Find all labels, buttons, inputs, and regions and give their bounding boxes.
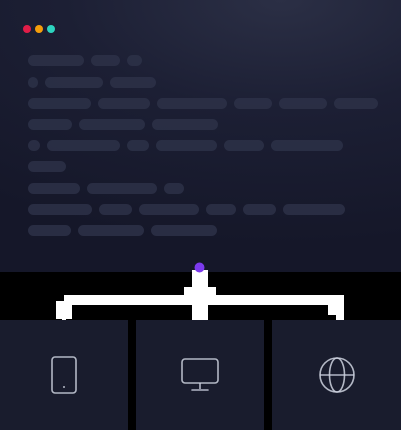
monitor-icon (181, 358, 219, 391)
connector-junction (184, 287, 216, 299)
globe-icon (318, 357, 355, 393)
code-line (28, 225, 217, 236)
close-dot[interactable] (23, 25, 31, 33)
connector-branch-left (56, 301, 72, 319)
code-line (28, 55, 142, 66)
minimize-dot[interactable] (35, 25, 43, 33)
code-line (28, 204, 345, 215)
window-controls (23, 25, 55, 33)
code-line (28, 140, 343, 151)
device-card-desktop[interactable] (136, 320, 264, 430)
tablet-icon (51, 356, 77, 394)
maximize-dot[interactable] (47, 25, 55, 33)
code-line (28, 98, 378, 109)
hub-node (194, 262, 205, 273)
code-line (28, 183, 184, 194)
code-line (28, 161, 66, 172)
code-window (0, 0, 401, 272)
connector-branch-right (328, 295, 344, 315)
placeholder-code (28, 55, 388, 245)
code-line (28, 77, 156, 88)
device-card-tablet[interactable] (0, 320, 128, 430)
code-line (28, 119, 218, 130)
device-card-web[interactable] (272, 320, 401, 430)
